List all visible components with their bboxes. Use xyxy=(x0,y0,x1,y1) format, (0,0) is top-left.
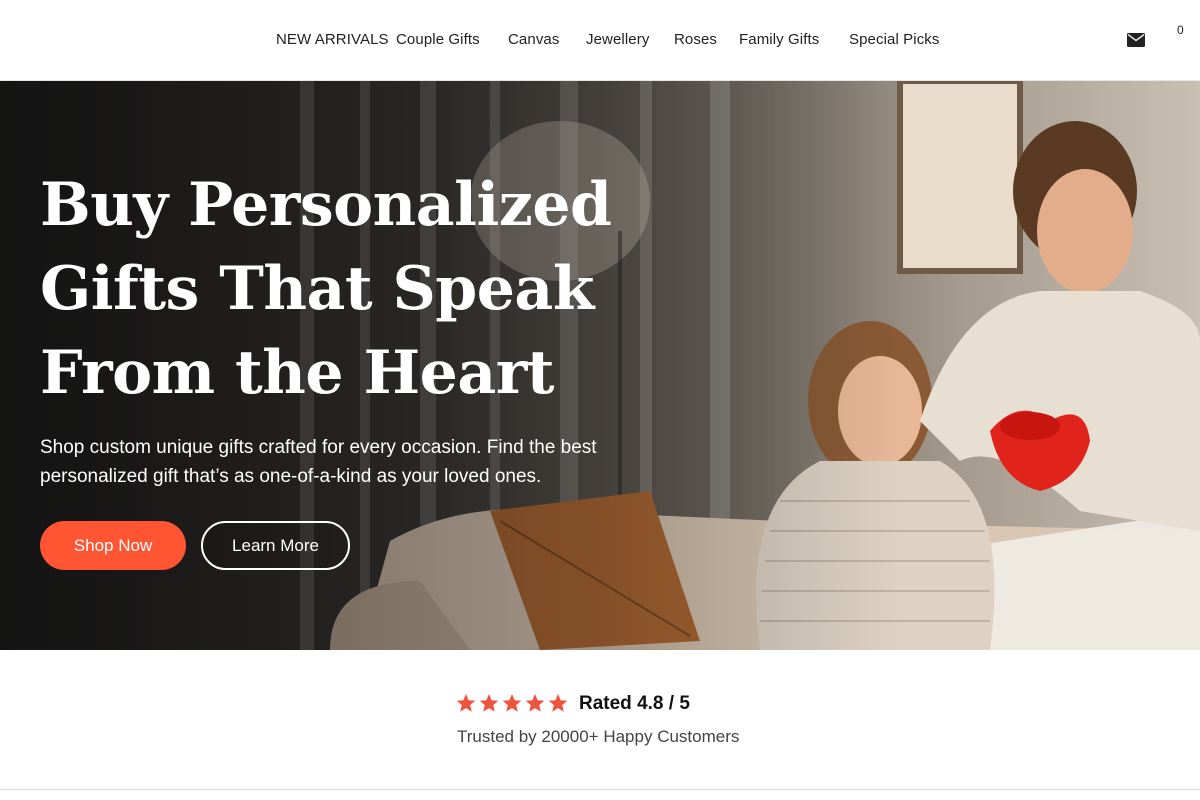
star-icon xyxy=(479,694,499,712)
hero-title: Buy Personalized Gifts That Speak From t… xyxy=(40,170,612,408)
cart-count-badge[interactable]: 0 xyxy=(1177,23,1184,37)
nav-item-roses[interactable]: Roses xyxy=(674,31,717,48)
star-icon xyxy=(548,694,568,712)
trust-label: Trusted by 20000+ Happy Customers xyxy=(457,727,740,746)
shop-now-button[interactable]: Shop Now xyxy=(40,521,186,570)
nav-item-new-arrivals[interactable]: NEW ARRIVALS xyxy=(276,31,389,48)
rating-stars xyxy=(456,693,568,713)
star-icon xyxy=(525,694,545,712)
section-divider xyxy=(0,789,1200,790)
nav-item-family-gifts[interactable]: Family Gifts xyxy=(739,31,819,48)
nav-item-canvas[interactable]: Canvas xyxy=(508,31,559,48)
rating-label: Rated 4.8 / 5 xyxy=(579,693,690,714)
nav-item-special-picks[interactable]: Special Picks xyxy=(849,31,940,48)
star-icon xyxy=(456,694,476,712)
site-header: NEW ARRIVALS Couple Gifts Canvas Jewelle… xyxy=(0,0,1200,81)
star-icon xyxy=(502,694,522,712)
learn-more-button[interactable]: Learn More xyxy=(201,521,350,570)
main-nav: NEW ARRIVALS Couple Gifts Canvas Jewelle… xyxy=(0,0,1200,80)
rating-strip: Rated 4.8 / 5 Trusted by 20000+ Happy Cu… xyxy=(0,650,1200,789)
nav-item-couple-gifts[interactable]: Couple Gifts xyxy=(396,31,480,48)
nav-item-jewellery[interactable]: Jewellery xyxy=(586,31,649,48)
hero-subtitle: Shop custom unique gifts crafted for eve… xyxy=(40,437,597,487)
envelope-icon[interactable] xyxy=(1127,33,1145,47)
hero-banner: Buy Personalized Gifts That Speak From t… xyxy=(0,81,1200,650)
